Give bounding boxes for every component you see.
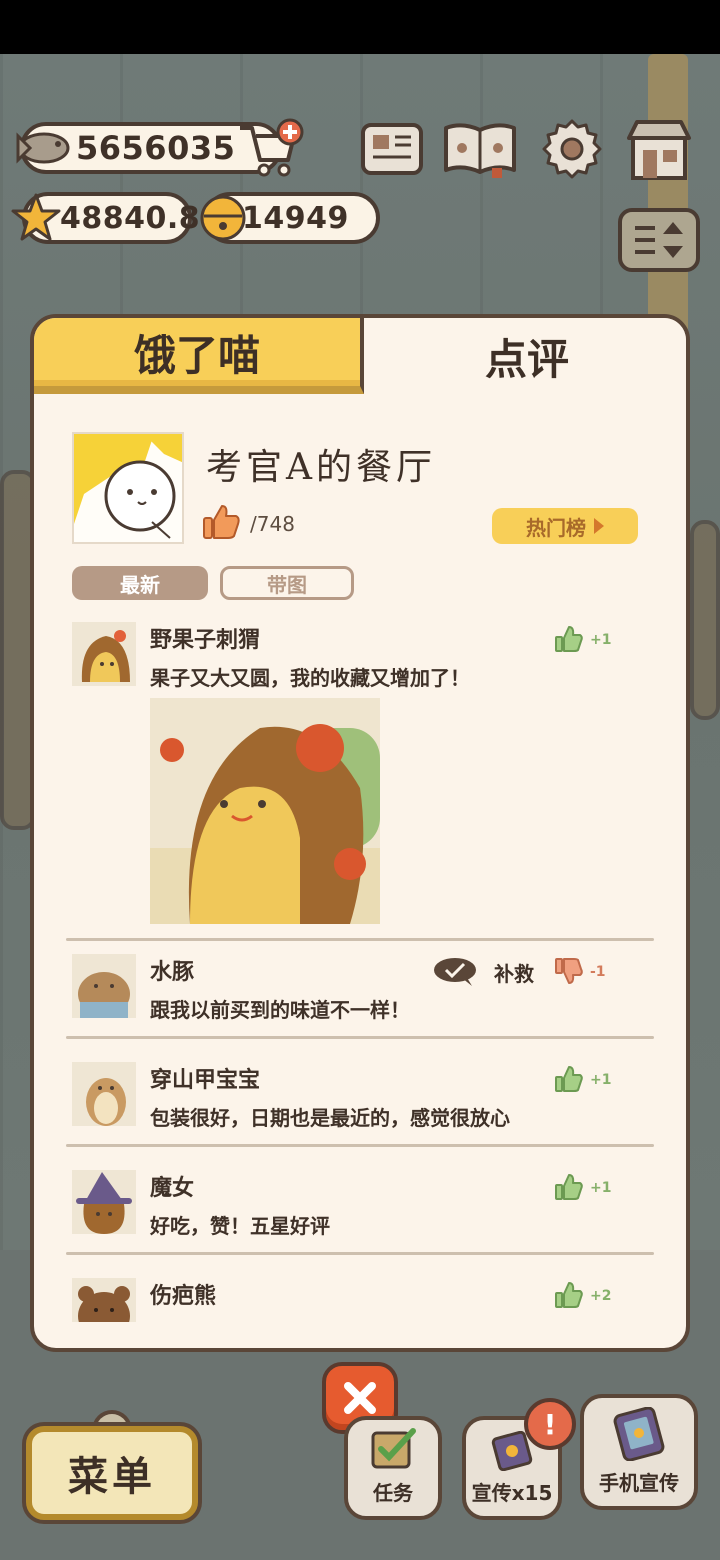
thumbs-up-icon[interactable] (554, 624, 584, 654)
thumbs-up-icon[interactable] (554, 1064, 584, 1094)
thumbs-up-icon (203, 505, 240, 539)
book-icon (444, 123, 516, 178)
avatar-capybara (72, 954, 136, 1018)
tasks-button[interactable]: 任务 (344, 1416, 442, 1520)
like-count: +2 (590, 1288, 612, 1304)
review-text: 果子又大又圆，我的收藏又增加了！ (150, 666, 470, 690)
tab-reviews[interactable]: 点评 (364, 318, 686, 394)
phone-icon (613, 1407, 665, 1461)
review-item: 野果子刺猬 果子又大又圆，我的收藏又增加了！ +1 (72, 622, 652, 932)
star-icon (10, 192, 62, 244)
filter-with-image[interactable]: 带图 (220, 566, 354, 600)
likes-count: /748 (250, 512, 295, 536)
review-item: 穿山甲宝宝 包装很好，日期也是最近的，感觉很放心 +1 (72, 1062, 652, 1132)
panel-content: 考官A的餐厅 /748 热门榜 最新 带图 野果子刺猬 果子又大又圆，我的收藏又… (34, 394, 686, 1348)
reviewer-name: 穿山甲宝宝 (150, 1068, 261, 1093)
review-item: 水豚 跟我以前买到的味道不一样！ 补救 -1 (72, 954, 652, 1024)
restaurant-avatar (72, 432, 184, 544)
alert-badge: ! (524, 1398, 576, 1450)
sort-icon (635, 222, 683, 258)
tab-ele-meow[interactable]: 饿了喵 (34, 318, 364, 394)
bell-count: 14949 (242, 200, 349, 236)
filter-latest[interactable]: 最新 (72, 566, 208, 600)
avatar-hedgehog (72, 622, 136, 686)
divider (66, 1144, 654, 1147)
thumbs-up-icon[interactable] (554, 1280, 584, 1310)
phone-promo-button[interactable]: 手机宣传 (580, 1394, 698, 1510)
cart-plus-icon[interactable] (234, 116, 306, 180)
menu-button[interactable]: 菜单 (26, 1426, 198, 1520)
tasks-label: 任务 (373, 1481, 413, 1505)
background-pillar (648, 54, 688, 334)
settings-button[interactable] (536, 116, 608, 182)
paw-book-button[interactable] (438, 116, 522, 182)
chevron-right-icon (594, 518, 604, 534)
dislike-count: -1 (590, 964, 606, 980)
phone-promo-label: 手机宣传 (599, 1471, 679, 1495)
reviewer-name: 伤疤熊 (150, 1284, 217, 1309)
thumbs-up-icon[interactable] (554, 1172, 584, 1202)
review-item: 伤疤熊 +2 (72, 1278, 652, 1348)
thumbs-down-icon[interactable] (554, 956, 584, 986)
star-count: 48840.8 (60, 200, 201, 236)
reviewer-name: 魔女 (150, 1176, 195, 1201)
chat-bubble-icon[interactable] (432, 956, 478, 986)
newspaper-button[interactable] (356, 116, 428, 182)
like-count: +1 (590, 632, 612, 648)
fish-count: 5656035 (76, 129, 236, 167)
avatar-witch (72, 1170, 136, 1234)
avatar-pangolin (72, 1062, 136, 1126)
remedy-button[interactable]: 补救 (494, 958, 534, 987)
review-item: 魔女 好吃，赞！五星好评 +1 (72, 1170, 652, 1240)
divider (66, 1252, 654, 1255)
fish-icon (14, 120, 74, 176)
review-text: 包装很好，日期也是最近的，感觉很放心 (150, 1106, 510, 1130)
close-icon (344, 1382, 376, 1414)
hot-list-label: 热门榜 (526, 515, 586, 540)
reviewer-name: 野果子刺猬 (150, 628, 261, 653)
review-photo[interactable] (150, 698, 380, 924)
promo-label: 宣传x15 (471, 1481, 553, 1505)
sort-toggle-button[interactable] (618, 208, 700, 272)
newspaper-icon (361, 123, 423, 175)
avatar-scar-bear (72, 1278, 136, 1322)
restaurant-name: 考官A的餐厅 (206, 447, 436, 488)
status-bar (0, 0, 720, 54)
bell-icon (196, 190, 250, 244)
shop-button[interactable] (620, 116, 698, 182)
like-count: +1 (590, 1072, 612, 1088)
hot-list-button[interactable]: 热门榜 (492, 508, 638, 544)
review-panel: 饿了喵 点评 考官A的餐厅 /748 热门榜 最新 带图 野果子刺猬 果子又大又… (30, 314, 690, 1352)
shop-icon (627, 120, 691, 180)
checklist-icon (371, 1428, 416, 1469)
divider (66, 1036, 654, 1039)
reviewer-name: 水豚 (150, 960, 195, 985)
background-shelf (690, 520, 720, 720)
review-text: 好吃，赞！五星好评 (150, 1214, 330, 1238)
gear-icon (542, 119, 602, 179)
like-count: +1 (590, 1180, 612, 1196)
divider (66, 938, 654, 941)
review-text: 跟我以前买到的味道不一样！ (150, 998, 410, 1022)
